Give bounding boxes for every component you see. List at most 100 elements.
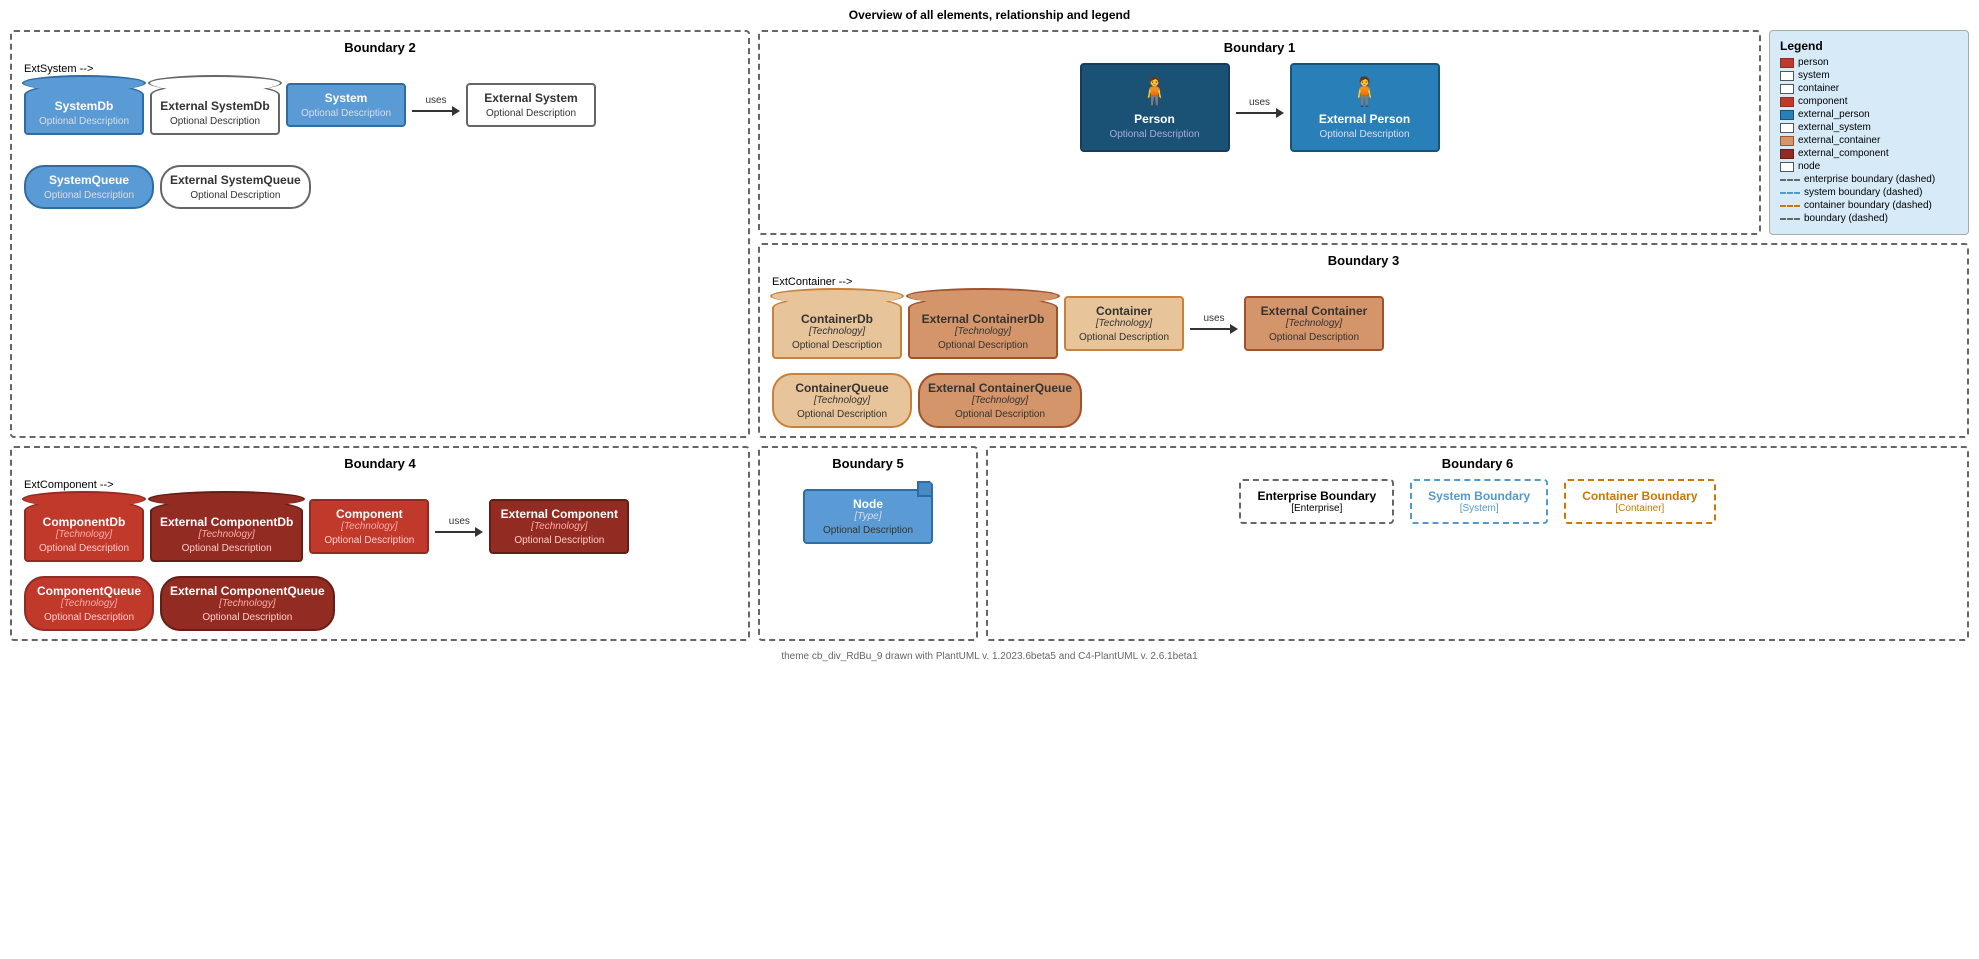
ext-component-queue-desc: Optional Description bbox=[170, 612, 325, 623]
legend-node-label: node bbox=[1798, 161, 1820, 172]
person-desc: Optional Description bbox=[1094, 129, 1216, 140]
ext-system-title: External System bbox=[476, 91, 586, 105]
boundary-3-title: Boundary 3 bbox=[772, 253, 1955, 268]
ext-component-queue-title: External ComponentQueue bbox=[170, 584, 325, 598]
system-boundary-label: System Boundary bbox=[1428, 489, 1530, 503]
boundary-1-title: Boundary 1 bbox=[772, 40, 1747, 55]
legend-boundary: boundary (dashed) bbox=[1780, 213, 1958, 224]
legend-ext-person: external_person bbox=[1780, 109, 1958, 120]
ext-person-box: 🧍 External Person Optional Description bbox=[1290, 63, 1440, 152]
ext-component: External Component [Technology] Optional… bbox=[489, 499, 629, 554]
ext-component-tech: [Technology] bbox=[499, 521, 619, 532]
legend-ext-system-label: external_system bbox=[1798, 122, 1871, 133]
legend-container-boundary: container boundary (dashed) bbox=[1780, 200, 1958, 211]
boundary-2: Boundary 2 ExtSystem --> SystemDb Option… bbox=[10, 30, 750, 438]
person-icon: 🧍 bbox=[1094, 75, 1216, 108]
ext-container-tech: [Technology] bbox=[1254, 318, 1374, 329]
boundary2-system-desc: Optional Description bbox=[296, 108, 396, 119]
system-boundary-box: System Boundary [System] bbox=[1410, 479, 1548, 524]
boundary-4: Boundary 4 ExtComponent --> ComponentDb … bbox=[10, 446, 750, 641]
ext-container-queue-tech: [Technology] bbox=[928, 395, 1072, 406]
boundary3-container: Container [Technology] Optional Descript… bbox=[1064, 296, 1184, 351]
ext-system-queue-title: External SystemQueue bbox=[170, 173, 301, 187]
container-boundary-item: Container Boundary [Container] bbox=[1564, 479, 1715, 524]
legend-enterprise-boundary: enterprise boundary (dashed) bbox=[1780, 174, 1958, 185]
ext-container-db-tech: [Technology] bbox=[918, 326, 1048, 337]
ext-component-queue-tech: [Technology] bbox=[170, 598, 325, 609]
legend-title: Legend bbox=[1780, 39, 1958, 53]
boundary2-arrow: uses bbox=[412, 95, 460, 116]
container-boundary-box: Container Boundary [Container] bbox=[1564, 479, 1715, 524]
system-queue: SystemQueue Optional Description bbox=[24, 165, 154, 209]
ext-system-db: External SystemDb Optional Description bbox=[150, 83, 280, 135]
ext-system-db-title: External SystemDb bbox=[160, 99, 270, 113]
legend-enterprise-label: enterprise boundary (dashed) bbox=[1804, 174, 1935, 185]
legend-container: container bbox=[1780, 83, 1958, 94]
boundary2-system: System Optional Description bbox=[286, 83, 406, 127]
system-db-title: SystemDb bbox=[34, 99, 134, 113]
uses-label: uses bbox=[425, 95, 446, 106]
boundary-5-title: Boundary 5 bbox=[772, 456, 964, 471]
boundary2-system-title: System bbox=[296, 91, 396, 105]
boundary3-container-title: Container bbox=[1074, 304, 1174, 318]
ext-container-title: External Container bbox=[1254, 304, 1374, 318]
legend-ext-container: external_container bbox=[1780, 135, 1958, 146]
legend-person: person bbox=[1780, 57, 1958, 68]
boundary1-uses-label: uses bbox=[1249, 97, 1270, 108]
legend-ext-system: external_system bbox=[1780, 122, 1958, 133]
component-queue-desc: Optional Description bbox=[34, 612, 144, 623]
ext-container-queue-title: External ContainerQueue bbox=[928, 381, 1072, 395]
container-db-title: ContainerDb bbox=[782, 312, 892, 326]
boundary3-container-desc: Optional Description bbox=[1074, 332, 1174, 343]
boundary-1: Boundary 1 🧍 Person Optional Description… bbox=[758, 30, 1761, 235]
system-db: SystemDb Optional Description bbox=[24, 83, 144, 135]
container-db: ContainerDb [Technology] Optional Descri… bbox=[772, 296, 902, 359]
boundary-3: Boundary 3 ExtContainer --> ContainerDb … bbox=[758, 243, 1969, 438]
ext-component-title: External Component bbox=[499, 507, 619, 521]
ext-container-db: External ContainerDb [Technology] Option… bbox=[908, 296, 1058, 359]
legend-system-boundary-label: system boundary (dashed) bbox=[1804, 187, 1922, 198]
container-queue-tech: [Technology] bbox=[782, 395, 902, 406]
ext-system: External System Optional Description bbox=[466, 83, 596, 127]
boundary4-component: Component [Technology] Optional Descript… bbox=[309, 499, 429, 554]
legend-ext-component: external_component bbox=[1780, 148, 1958, 159]
legend-component: component bbox=[1780, 96, 1958, 107]
boundary1-arrow: uses bbox=[1236, 97, 1284, 118]
component-queue-tech: [Technology] bbox=[34, 598, 144, 609]
person-title: Person bbox=[1094, 112, 1216, 126]
ext-component-desc: Optional Description bbox=[499, 535, 619, 546]
person-box: 🧍 Person Optional Description bbox=[1080, 63, 1230, 152]
ext-system-queue-desc: Optional Description bbox=[170, 190, 301, 201]
ext-system-db-desc: Optional Description bbox=[160, 116, 270, 127]
legend-ext-container-label: external_container bbox=[1798, 135, 1880, 146]
container-queue-desc: Optional Description bbox=[782, 409, 902, 420]
ext-person-title: External Person bbox=[1304, 112, 1426, 126]
component-queue: ComponentQueue [Technology] Optional Des… bbox=[24, 576, 154, 631]
boundary-6-title: Boundary 6 bbox=[1000, 456, 1955, 471]
ext-container-db-desc: Optional Description bbox=[918, 340, 1048, 351]
ext-component-db-desc: Optional Description bbox=[160, 543, 293, 554]
enterprise-boundary-box: Enterprise Boundary [Enterprise] bbox=[1239, 479, 1394, 524]
boundary3-uses-label: uses bbox=[1203, 313, 1224, 324]
enterprise-boundary-label: Enterprise Boundary bbox=[1257, 489, 1376, 503]
boundary-6-content: Enterprise Boundary [Enterprise] System … bbox=[1000, 479, 1955, 524]
container-boundary-sublabel: [Container] bbox=[1582, 503, 1697, 514]
boundary-2-title: Boundary 2 bbox=[24, 40, 736, 55]
legend-system: system bbox=[1780, 70, 1958, 81]
component-db-desc: Optional Description bbox=[34, 543, 134, 554]
container-queue-title: ContainerQueue bbox=[782, 381, 902, 395]
legend-boundary-label: boundary (dashed) bbox=[1804, 213, 1888, 224]
boundary3-arrow: uses bbox=[1190, 313, 1238, 334]
ext-container-queue: External ContainerQueue [Technology] Opt… bbox=[918, 373, 1082, 428]
ext-system-desc: Optional Description bbox=[476, 108, 586, 119]
ext-component-db-tech: [Technology] bbox=[160, 529, 293, 540]
ext-container: External Container [Technology] Optional… bbox=[1244, 296, 1384, 351]
legend-ext-component-label: external_component bbox=[1798, 148, 1889, 159]
legend-container-boundary-label: container boundary (dashed) bbox=[1804, 200, 1932, 211]
component-db-tech: [Technology] bbox=[34, 529, 134, 540]
system-boundary-item: System Boundary [System] bbox=[1410, 479, 1548, 524]
ext-person-desc: Optional Description bbox=[1304, 129, 1426, 140]
system-boundary-sublabel: [System] bbox=[1428, 503, 1530, 514]
legend-person-label: person bbox=[1798, 57, 1829, 68]
node-type: [Type] bbox=[813, 511, 923, 522]
